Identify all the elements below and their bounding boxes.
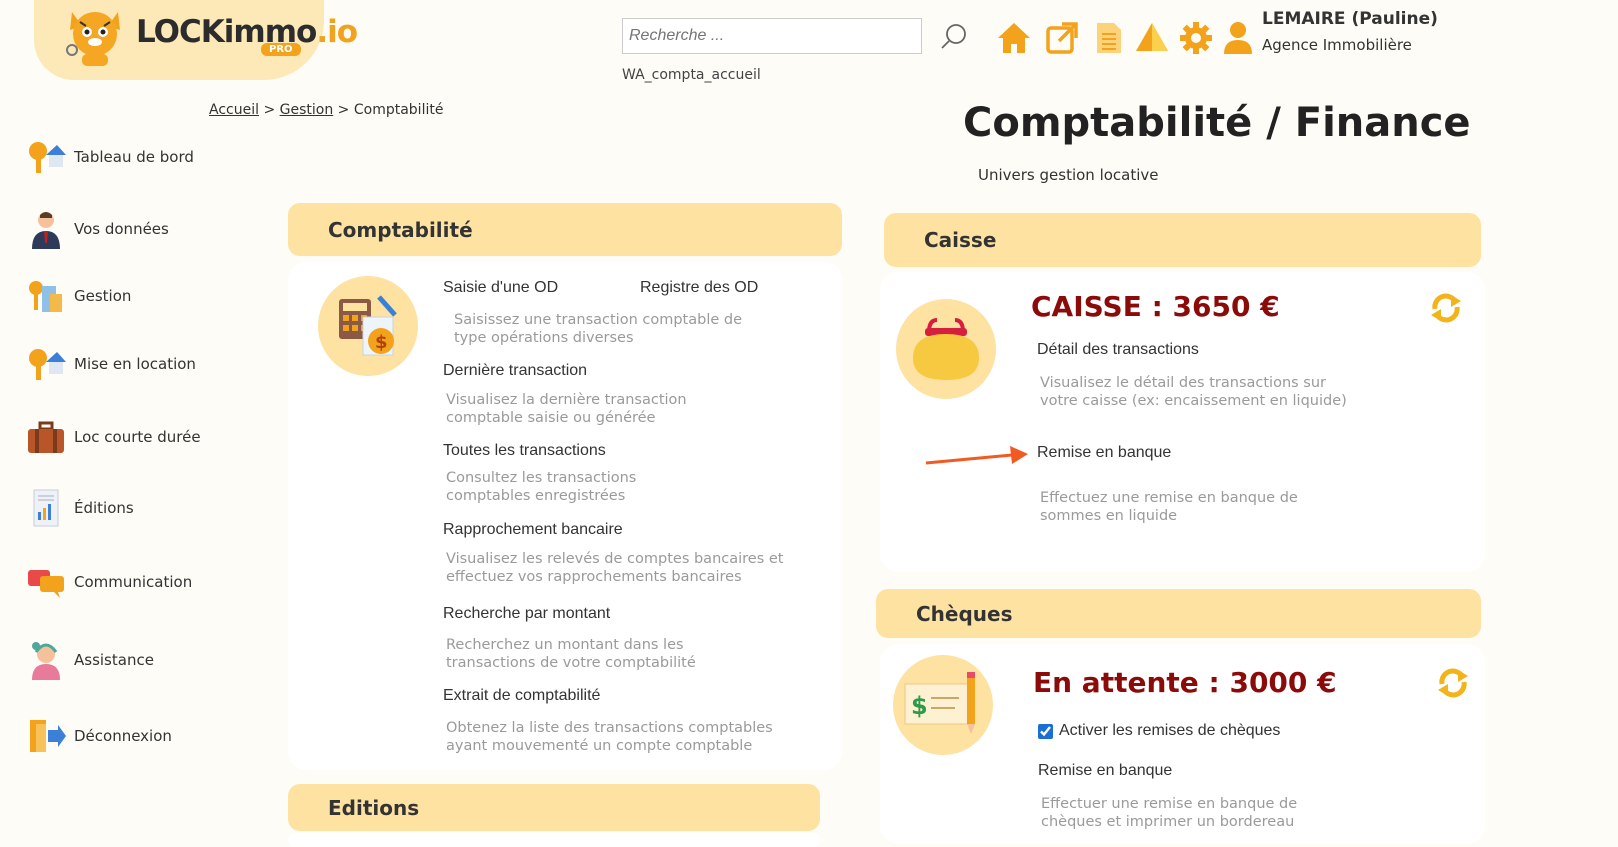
user-name[interactable]: LEMAIRE (Pauline) xyxy=(1262,9,1438,29)
user-icon xyxy=(32,212,60,249)
compta-panel-title: Comptabilité xyxy=(328,217,473,242)
document-icon[interactable] xyxy=(1090,20,1126,56)
editions-card xyxy=(288,833,820,847)
breadcrumb-home[interactable]: Accueil xyxy=(209,102,259,118)
suitcase-icon xyxy=(28,421,64,453)
editions-panel-title: Editions xyxy=(328,795,420,820)
sidebar-item-label: Vos données xyxy=(74,220,169,238)
external-link-icon[interactable] xyxy=(1044,20,1080,56)
calculator-icon: $ xyxy=(318,276,418,376)
cheques-remise-banque-link[interactable]: Remise en banque xyxy=(1038,762,1172,780)
sidebar-item-deconnexion[interactable]: Déconnexion xyxy=(26,716,246,756)
search-caption: WA_compta_accueil xyxy=(622,67,761,83)
toutes-transactions-description: Consultez les transactions comptables en… xyxy=(446,470,637,504)
sidebar-item-label: Déconnexion xyxy=(74,727,172,745)
sidebar-item-loc-courte-duree[interactable]: Loc courte durée xyxy=(26,417,246,457)
user-icon[interactable] xyxy=(1220,20,1256,56)
saisie-od-description: Saisissez une transaction comptable de t… xyxy=(454,312,743,346)
cheque-icon: $ xyxy=(893,655,993,755)
sidebar-item-label: Mise en location xyxy=(74,355,196,373)
saisie-od-link[interactable]: Saisie d'une OD xyxy=(443,279,558,297)
logo-text[interactable]: LOCKimmo.io xyxy=(136,14,358,50)
detail-transactions-description: Visualisez le détail des transactions su… xyxy=(1040,375,1347,409)
rapprochement-bancaire-link[interactable]: Rapprochement bancaire xyxy=(443,521,623,539)
sidebar-item-vos-donnees[interactable]: Vos données xyxy=(26,209,246,249)
sidebar-item-label: Loc courte durée xyxy=(74,428,201,446)
rental-icon xyxy=(29,349,66,380)
search-input[interactable] xyxy=(622,18,922,54)
caisse-panel-header: Caisse xyxy=(884,213,1481,267)
sidebar-item-editions[interactable]: Éditions xyxy=(26,488,246,528)
sidebar-item-label: Tableau de bord xyxy=(74,148,194,166)
page-title: Comptabilité / Finance xyxy=(963,100,1471,146)
svg-text:$: $ xyxy=(911,692,928,720)
caisse-remise-banque-link[interactable]: Remise en banque xyxy=(1037,444,1171,462)
derniere-transaction-description: Visualisez la dernière transaction compt… xyxy=(446,392,687,426)
activate-cheque-remise-checkbox[interactable] xyxy=(1038,723,1053,739)
sidebar-item-assistance[interactable]: Assistance xyxy=(26,640,246,680)
registre-od-link[interactable]: Registre des OD xyxy=(640,279,758,297)
cheques-panel-header: Chèques xyxy=(876,589,1481,638)
page-subtitle: Univers gestion locative xyxy=(978,166,1159,184)
extrait-comptabilite-description: Obtenez la liste des transactions compta… xyxy=(446,720,773,754)
breadcrumb-separator: > xyxy=(263,102,276,118)
breadcrumb-current: Comptabilité xyxy=(353,102,444,118)
cheques-panel-title: Chèques xyxy=(916,601,1013,626)
refresh-icon[interactable] xyxy=(1429,291,1463,325)
sidebar-item-communication[interactable]: Communication xyxy=(26,562,246,602)
cheques-pending-amount: En attente : 3000 € xyxy=(1033,666,1337,699)
sidebar-item-label: Communication xyxy=(74,573,193,591)
recherche-montant-description: Recherchez un montant dans les transacti… xyxy=(446,637,696,671)
cat-mascot-icon[interactable] xyxy=(62,4,128,70)
sidebar-item-label: Éditions xyxy=(74,499,134,517)
support-icon xyxy=(32,642,60,680)
logout-icon xyxy=(30,720,66,752)
activate-cheque-remise-row: Activer les remises de chèques xyxy=(1038,722,1280,740)
caisse-amount: CAISSE : 3650 € xyxy=(1031,290,1280,323)
cheques-remise-banque-description: Effectuer une remise en banque de chèque… xyxy=(1041,796,1298,830)
caisse-remise-banque-description: Effectuez une remise en banque de sommes… xyxy=(1040,490,1298,524)
breadcrumb-separator: > xyxy=(337,102,350,118)
search-icon[interactable] xyxy=(939,22,969,52)
home-icon[interactable] xyxy=(996,20,1032,56)
alert-triangle-icon[interactable] xyxy=(1134,20,1170,56)
sidebar-item-dashboard[interactable]: Tableau de bord xyxy=(26,137,246,177)
pointer-arrow-icon xyxy=(925,446,1028,465)
extrait-comptabilite-link[interactable]: Extrait de comptabilité xyxy=(443,687,600,705)
sidebar-item-label: Gestion xyxy=(74,287,132,305)
report-icon xyxy=(33,489,59,527)
sidebar-item-gestion[interactable]: Gestion xyxy=(26,276,246,316)
derniere-transaction-link[interactable]: Dernière transaction xyxy=(443,362,587,380)
svg-text:$: $ xyxy=(375,332,388,353)
detail-transactions-link[interactable]: Détail des transactions xyxy=(1037,341,1199,359)
editions-panel-header[interactable]: Editions xyxy=(288,784,820,831)
sidebar-item-mise-en-location[interactable]: Mise en location xyxy=(26,344,246,384)
sidebar-item-label: Assistance xyxy=(74,651,154,669)
recherche-montant-link[interactable]: Recherche par montant xyxy=(443,605,610,623)
chat-icon xyxy=(28,570,64,598)
toutes-transactions-link[interactable]: Toutes les transactions xyxy=(443,442,606,460)
rapprochement-bancaire-description: Visualisez les relevés de comptes bancai… xyxy=(446,551,784,585)
refresh-icon[interactable] xyxy=(1436,666,1470,700)
activate-cheque-remise-label[interactable]: Activer les remises de chèques xyxy=(1059,722,1280,740)
caisse-panel-title: Caisse xyxy=(924,228,997,252)
purse-icon xyxy=(896,299,996,399)
breadcrumb-gestion[interactable]: Gestion xyxy=(280,102,334,118)
breadcrumb: Accueil > Gestion > Comptabilité xyxy=(209,102,443,118)
dashboard-icon xyxy=(29,142,66,173)
compta-panel-header: Comptabilité xyxy=(288,203,842,256)
logo-pro-badge: PRO xyxy=(261,43,301,56)
user-role: Agence Immobilière xyxy=(1262,36,1412,54)
gestion-icon xyxy=(29,281,62,312)
gear-icon[interactable] xyxy=(1178,20,1214,56)
